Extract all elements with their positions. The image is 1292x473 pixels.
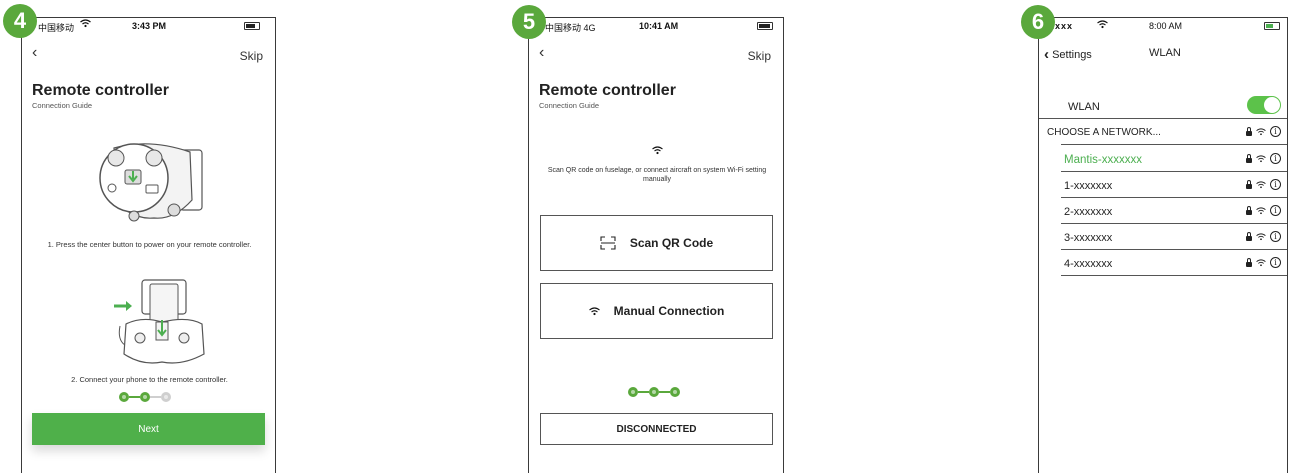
manual-connection-label: Manual Connection <box>613 304 725 318</box>
wlan-label: WLAN <box>1068 101 1100 113</box>
back-button[interactable]: ‹ <box>539 44 544 62</box>
carrier-label: 中国移动 <box>38 23 75 33</box>
network-name: 2-xxxxxxx <box>1064 206 1113 218</box>
lock-icon <box>1246 231 1252 241</box>
network-name: 1-xxxxxxx <box>1064 180 1113 192</box>
lock-icon <box>1246 153 1252 163</box>
network-row[interactable]: 4-xxxxxxx i <box>1039 253 1287 276</box>
clock: 8:00 AM <box>1149 21 1183 31</box>
battery-icon <box>1264 22 1280 30</box>
lock-icon <box>1246 126 1252 136</box>
lock-icon <box>1246 257 1252 267</box>
info-icon[interactable]: i <box>1270 205 1281 216</box>
clock: 3:43 PM <box>132 21 167 31</box>
step-dot <box>628 387 638 397</box>
carrier-label: 中国移动 4G <box>545 23 596 33</box>
page-subtitle: Connection Guide <box>539 101 600 110</box>
manual-connection-button[interactable]: Manual Connection <box>540 283 773 339</box>
wifi-status-icon <box>1097 20 1108 31</box>
choose-network-label: CHOOSE A NETWORK... <box>1047 127 1161 138</box>
next-button[interactable]: Next <box>32 413 265 445</box>
step-dot <box>161 392 171 402</box>
skip-button[interactable]: Skip <box>748 49 771 63</box>
wifi-icon <box>1256 258 1266 266</box>
step-dot <box>140 392 150 402</box>
wifi-icon <box>1256 180 1266 188</box>
skip-button[interactable]: Skip <box>240 49 263 63</box>
wifi-icon <box>652 142 663 160</box>
info-icon[interactable]: i <box>1270 179 1281 190</box>
network-row[interactable]: 2-xxxxxxx i <box>1039 201 1287 224</box>
wifi-icon <box>1256 127 1266 135</box>
settings-back-button[interactable]: ‹ Settings <box>1044 45 1092 63</box>
nav-title: WLAN <box>1149 47 1181 59</box>
lock-icon <box>1246 179 1252 189</box>
wlan-toggle[interactable] <box>1247 96 1281 114</box>
phone-connection-illustration <box>114 279 205 364</box>
step-badge-4: 4 <box>3 4 37 38</box>
back-button[interactable]: ‹ <box>32 44 37 62</box>
wifi-status-icon <box>80 19 91 31</box>
status-bar: xxxx 8:00 AM <box>1039 18 1287 34</box>
status-bar: 中国移动 3:43 PM <box>22 18 275 34</box>
phone-screen-connect-aircraft: 中国移动 4G 10:41 AM ‹ Skip Remote controlle… <box>528 17 784 473</box>
choose-network-header: CHOOSE A NETWORK... i <box>1039 122 1287 145</box>
info-icon[interactable]: i <box>1270 257 1281 268</box>
back-label: Settings <box>1052 49 1092 61</box>
chevron-left-icon: ‹ <box>1044 46 1049 63</box>
remote-controller-power-illustration <box>99 143 203 222</box>
battery-icon <box>244 22 260 30</box>
network-name: Mantis-xxxxxxx <box>1064 154 1142 166</box>
step-dot <box>649 387 659 397</box>
page-title: Remote controller <box>32 82 169 99</box>
step-2-instruction: 2. Connect your phone to the remote cont… <box>71 375 228 384</box>
connection-status-button[interactable]: DISCONNECTED <box>540 413 773 445</box>
network-row[interactable]: 1-xxxxxxx i <box>1039 175 1287 198</box>
step-badge-5: 5 <box>512 5 546 39</box>
status-bar: 中国移动 4G 10:41 AM <box>529 18 783 34</box>
wifi-icon <box>1256 232 1266 240</box>
wifi-icon <box>1256 154 1266 162</box>
progress-steps <box>628 387 680 397</box>
connection-instruction: Scan QR code on fuselage, or connect air… <box>547 167 767 184</box>
battery-icon <box>757 22 773 30</box>
network-row[interactable]: Mantis-xxxxxxx i <box>1039 149 1287 172</box>
network-name: 3-xxxxxxx <box>1064 232 1113 244</box>
info-icon[interactable]: i <box>1270 231 1281 242</box>
scan-qr-code-button[interactable]: Scan QR Code <box>540 215 773 271</box>
page-title: Remote controller <box>539 82 676 99</box>
wifi-icon <box>588 306 600 316</box>
network-name: 4-xxxxxxx <box>1064 258 1113 270</box>
page-subtitle: Connection Guide <box>32 101 93 110</box>
network-row[interactable]: 3-xxxxxxx i <box>1039 227 1287 250</box>
phone-screen-wlan-settings: xxxx 8:00 AM ‹ Settings WLAN WLAN CHOOSE… <box>1038 17 1288 473</box>
qr-scan-icon <box>600 236 616 250</box>
scan-qr-label: Scan QR Code <box>629 236 714 250</box>
phone-screen-remote-guide: 中国移动 3:43 PM ‹ Skip Remote controller Co… <box>21 17 276 473</box>
info-icon[interactable]: i <box>1270 126 1281 137</box>
clock: 10:41 AM <box>639 21 679 31</box>
info-icon[interactable]: i <box>1270 153 1281 164</box>
step-1-instruction: 1. Press the center button to power on y… <box>47 240 252 249</box>
wifi-icon <box>1256 206 1266 214</box>
progress-steps <box>119 392 171 402</box>
step-dot <box>119 392 129 402</box>
lock-icon <box>1246 205 1252 215</box>
wlan-toggle-row: WLAN <box>1039 96 1287 119</box>
step-badge-6: 6 <box>1021 5 1055 39</box>
step-dot <box>670 387 680 397</box>
